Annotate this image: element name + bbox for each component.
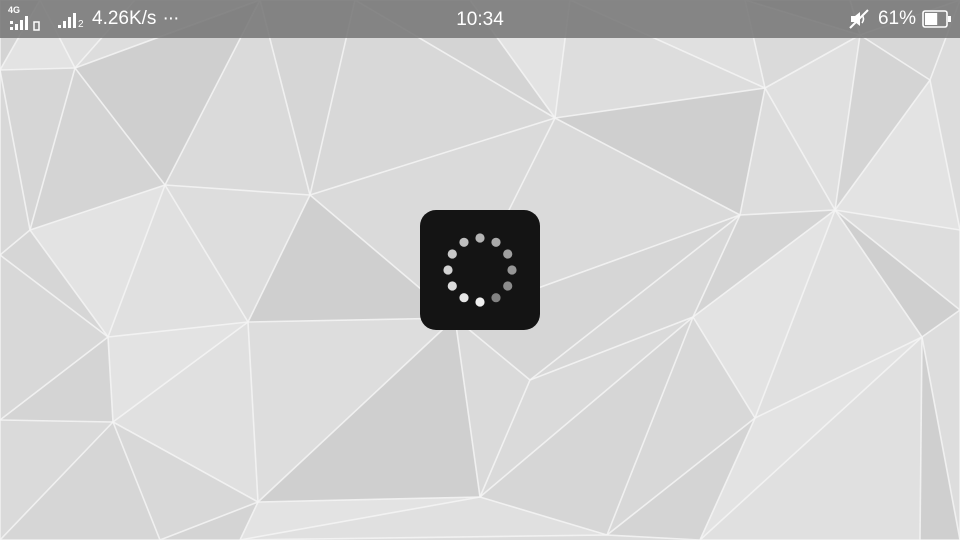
status-right: 61% <box>848 0 952 38</box>
loading-spinner-icon <box>443 233 517 307</box>
speaker-muted-icon <box>849 9 869 29</box>
spinner-dot <box>447 281 457 291</box>
spinner-dot <box>475 233 485 243</box>
spinner-dot <box>447 249 457 259</box>
battery-icon <box>922 10 951 28</box>
status-left: 4G 2 4.26K/s ··· <box>8 0 179 38</box>
status-bar: 4G 2 4.26K/s ··· 10:34 61% <box>0 0 960 38</box>
spinner-dot <box>503 249 513 259</box>
spinner-dot <box>491 293 501 303</box>
spinner-dot <box>491 237 501 247</box>
sim1-signal: 4G <box>8 6 42 32</box>
battery-percent: 61% <box>877 8 916 29</box>
spinner-dot <box>459 237 469 247</box>
spinner-dot <box>475 297 485 307</box>
more-notifications-indicator: ··· <box>162 8 179 29</box>
sim2-signal: 2 <box>58 6 90 32</box>
loading-dialog <box>420 210 540 330</box>
spinner-dot <box>507 265 517 275</box>
signal-strength-icon <box>10 16 40 31</box>
spinner-dot <box>459 293 469 303</box>
spinner-dot <box>443 265 453 275</box>
spinner-dot <box>503 281 513 291</box>
sim2-number: 2 <box>78 19 84 30</box>
network-speed: 4.26K/s <box>92 8 157 29</box>
